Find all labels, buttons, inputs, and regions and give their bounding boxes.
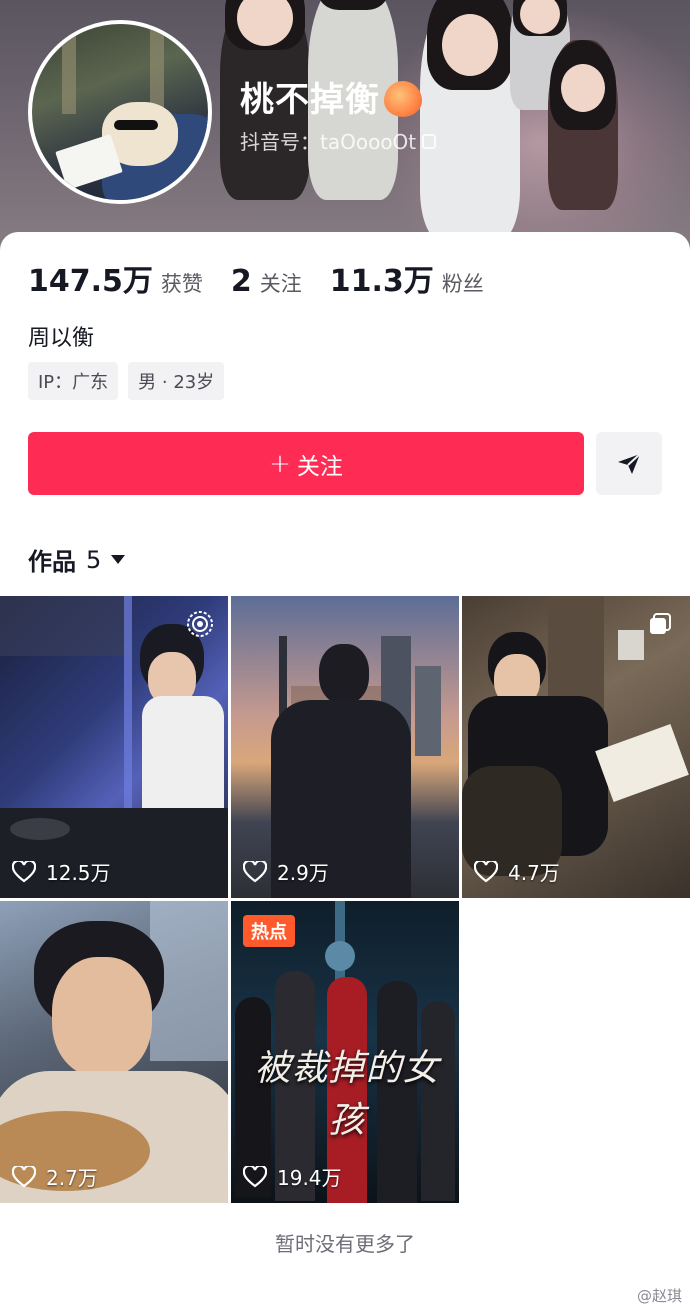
follow-button[interactable]: + 关注 <box>28 432 584 495</box>
peach-emoji-icon <box>384 80 422 117</box>
nickname-text: 桃不掉衡 <box>240 80 380 120</box>
like-count: 4.7万 <box>474 857 560 886</box>
profile-banner: 桃不掉衡 抖音号：taOoooOt <box>0 0 690 260</box>
watermark: @赵琪 <box>636 1287 682 1305</box>
like-count: 19.4万 <box>243 1162 342 1191</box>
profile-stats: 147.5万 获赞 2 关注 11.3万 粉丝 <box>28 256 512 300</box>
like-count-text: 12.5万 <box>46 861 111 885</box>
plus-icon: + <box>269 448 291 479</box>
ip-location-tag: IP：广东 <box>28 362 119 400</box>
send-icon <box>618 452 641 474</box>
hot-badge: 热点 <box>243 915 295 947</box>
copy-icon[interactable] <box>422 134 437 149</box>
caret-down-icon[interactable] <box>111 555 126 564</box>
follow-label: 关注 <box>296 453 343 480</box>
likes-count[interactable]: 147.5万 <box>28 256 153 300</box>
video-tile[interactable]: 2.7万 <box>0 901 228 1203</box>
nickname: 桃不掉衡 <box>240 72 422 121</box>
profile-tags: IP：广东 男 · 23岁 <box>28 362 225 400</box>
like-count: 12.5万 <box>12 857 111 886</box>
heart-icon <box>243 1165 267 1187</box>
works-label: 作品 <box>28 548 76 576</box>
heart-icon <box>12 860 36 882</box>
followers-count[interactable]: 11.3万 <box>330 256 434 300</box>
douyin-id-value: taOoooOt <box>320 130 417 154</box>
like-count-text: 4.7万 <box>508 861 560 885</box>
heart-icon <box>12 1165 36 1187</box>
video-tile[interactable]: 2.9万 <box>231 596 459 898</box>
works-count: 5 <box>86 545 102 574</box>
live-icon <box>187 611 213 637</box>
heart-icon <box>474 860 498 882</box>
works-tab[interactable]: 作品 5 <box>28 542 126 577</box>
poster-title: 被裁掉的女孩 <box>254 1048 440 1141</box>
likes-label: 获赞 <box>160 272 203 296</box>
send-message-button[interactable] <box>596 432 662 495</box>
douyin-id-label: 抖音号： <box>240 130 320 154</box>
banner-doll <box>548 40 618 210</box>
like-count: 2.7万 <box>12 1162 98 1191</box>
multi-image-icon <box>650 613 671 634</box>
gender-age-tag: 男 · 23岁 <box>128 362 225 400</box>
no-more-text: 暂时没有更多了 <box>275 1232 415 1256</box>
video-tile[interactable]: 4.7万 <box>462 596 690 898</box>
avatar[interactable] <box>28 20 212 204</box>
followers-label: 粉丝 <box>441 272 484 296</box>
banner-doll <box>420 0 520 240</box>
profile-card: 147.5万 获赞 2 关注 11.3万 粉丝 周以衡 IP：广东 男 · 23… <box>0 232 690 1309</box>
like-count: 2.9万 <box>243 857 329 886</box>
following-count[interactable]: 2 <box>231 264 252 299</box>
like-count-text: 2.9万 <box>277 861 329 885</box>
bio-name: 周以衡 <box>28 326 95 351</box>
video-tile[interactable]: 热点 被裁掉的女孩 19.4万 <box>231 901 459 1203</box>
following-label: 关注 <box>259 272 302 296</box>
like-count-text: 2.7万 <box>46 1166 98 1190</box>
video-tile[interactable]: 12.5万 <box>0 596 228 898</box>
heart-icon <box>243 860 267 882</box>
like-count-text: 19.4万 <box>277 1166 342 1190</box>
douyin-id[interactable]: 抖音号：taOoooOt <box>240 126 437 155</box>
